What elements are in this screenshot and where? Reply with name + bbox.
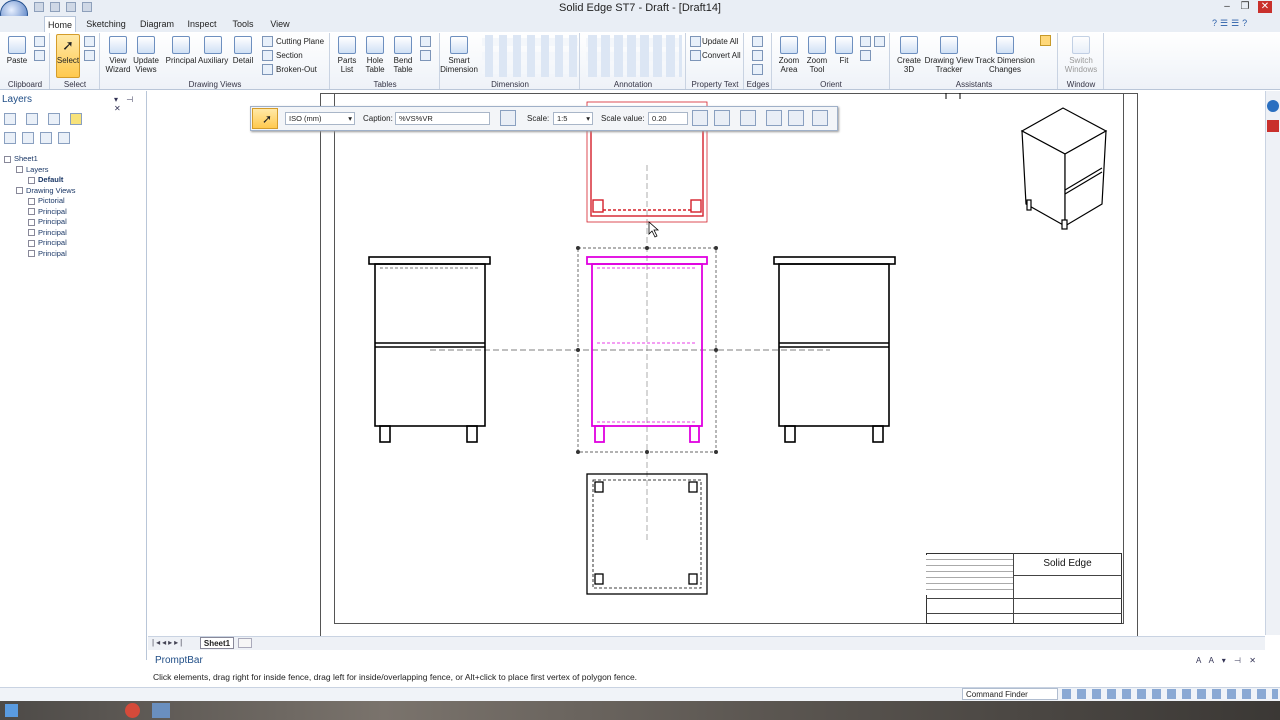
new-sheet-icon[interactable] <box>238 638 252 648</box>
start-icon[interactable] <box>5 704 18 717</box>
scale-value-label: Scale value: <box>601 114 645 123</box>
youtube-icon[interactable] <box>1267 120 1279 132</box>
prompt-bar-title: PromptBar <box>155 655 203 666</box>
command-finder-input[interactable]: Command Finder <box>962 688 1058 700</box>
browser-icon[interactable] <box>125 703 140 718</box>
prompt-message: Click elements, drag right for inside fe… <box>153 672 638 682</box>
drawing-view-left[interactable] <box>368 256 491 443</box>
vertical-scrollbar[interactable] <box>1265 91 1280 635</box>
prompt-controls[interactable]: A A ▾ ⊣ ✕ <box>1196 656 1262 668</box>
title-block-divider <box>1013 575 1122 576</box>
standard-select[interactable]: ISO (mm) ▾ <box>285 112 355 125</box>
scale-label: Scale: <box>527 114 550 123</box>
app-icon[interactable] <box>152 703 170 718</box>
caption-input[interactable]: %VS%VR <box>395 112 490 125</box>
zoom-icon[interactable] <box>692 110 708 126</box>
arrow-icon: ➚ <box>262 112 273 126</box>
drawing-view-right[interactable] <box>773 256 896 443</box>
3d-view-icon[interactable] <box>766 110 782 126</box>
sheet-tab-sheet1[interactable]: Sheet1 <box>200 637 234 649</box>
scale-select[interactable]: 1:5 ▾ <box>553 112 593 125</box>
sheet-tab-bar <box>148 636 1265 650</box>
caption-format-icon[interactable] <box>500 110 516 126</box>
os-taskbar <box>0 701 1280 720</box>
shaded-view-icon[interactable] <box>788 110 804 126</box>
title-block-divider <box>926 598 1122 599</box>
select-arrow-button[interactable]: ➚ <box>252 108 278 129</box>
chevron-down-icon: ▾ <box>348 114 352 123</box>
title-block-grid <box>926 555 1013 595</box>
view-controls[interactable] <box>1062 689 1278 699</box>
title-block-divider <box>926 613 1122 614</box>
help-icon[interactable] <box>1267 100 1279 112</box>
caption-label: Caption: <box>363 114 393 123</box>
title-block-brand: Solid Edge <box>1043 558 1092 569</box>
sheet-navigation[interactable]: |◂◂▸▸| <box>152 638 196 648</box>
lock-icon[interactable] <box>812 110 828 126</box>
scale-value-input[interactable]: 0.20 <box>648 112 688 125</box>
drawing-view-pictorial[interactable] <box>1020 107 1108 230</box>
properties-icon[interactable] <box>714 110 730 126</box>
chevron-down-icon: ▾ <box>586 114 590 123</box>
view-orientation-icon[interactable] <box>740 110 756 126</box>
mouse-cursor-icon <box>648 221 660 238</box>
